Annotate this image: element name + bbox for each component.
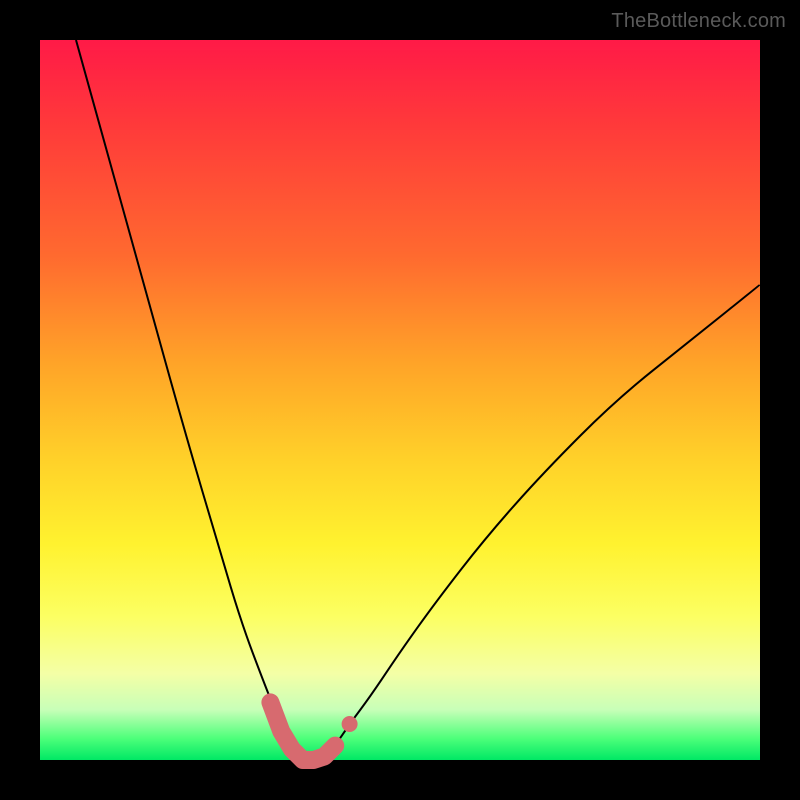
watermark-text: TheBottleneck.com [611,10,786,33]
plot-area [40,40,760,760]
highlighted-range-path [270,702,335,760]
highlighted-range-dot [342,716,358,732]
bottleneck-curve [76,40,760,760]
chart-svg [40,40,760,760]
chart-frame: TheBottleneck.com [0,0,800,800]
bottleneck-curve-path [76,40,760,760]
